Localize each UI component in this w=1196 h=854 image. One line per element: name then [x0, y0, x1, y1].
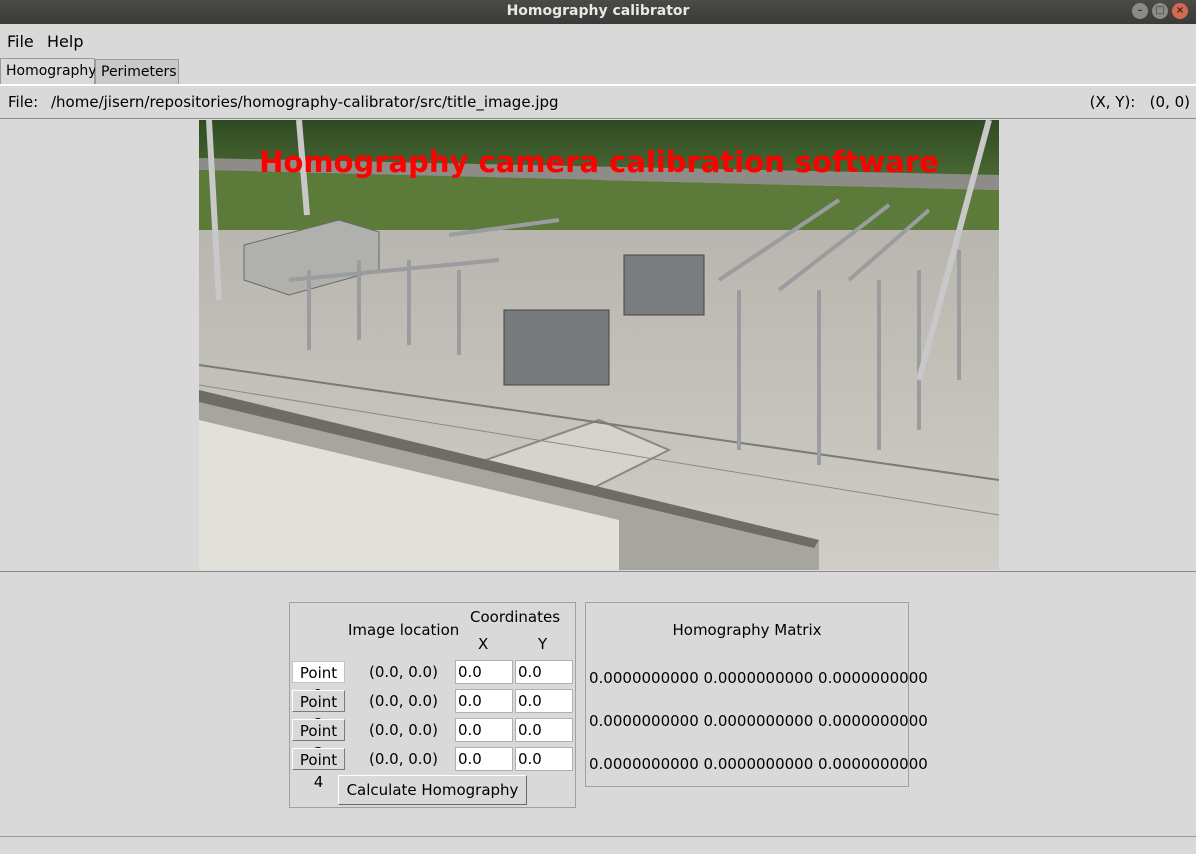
point-1-y-field[interactable]: [515, 660, 573, 684]
point-3-location: (0.0, 0.0): [369, 721, 438, 739]
minimize-icon[interactable]: –: [1132, 3, 1148, 19]
menu-file[interactable]: File: [7, 32, 34, 51]
matrix-row-2: 0.0000000000 0.0000000000 0.0000000000: [589, 712, 928, 730]
point-3-button[interactable]: Point 3: [292, 719, 345, 762]
point-2-x-field[interactable]: [455, 689, 513, 713]
cursor-coordinates-value: (0, 0): [1149, 93, 1190, 111]
point-1-location: (0.0, 0.0): [369, 663, 438, 681]
menu-bar: File Help: [0, 24, 1196, 58]
maximize-icon[interactable]: □: [1152, 3, 1168, 19]
point-4-y-field[interactable]: [515, 747, 573, 771]
point-4-location: (0.0, 0.0): [369, 750, 438, 768]
point-2-button[interactable]: Point 2: [292, 690, 345, 733]
x-header: X: [478, 635, 489, 653]
matrix-row-3: 0.0000000000 0.0000000000 0.0000000000: [589, 755, 928, 773]
menu-help[interactable]: Help: [47, 32, 83, 51]
point-1-button[interactable]: Point 1: [292, 661, 345, 704]
substation-photo: Homography camera calibration software: [199, 120, 999, 570]
cursor-coordinates: (X, Y): (0, 0): [1090, 93, 1190, 111]
image-location-header: Image location: [348, 621, 460, 639]
tab-homography[interactable]: Homography: [0, 58, 97, 85]
window-titlebar: Homography calibrator – □ ×: [0, 0, 1196, 24]
tab-perimeters[interactable]: Perimeters: [95, 59, 179, 84]
point-4-button[interactable]: Point 4: [292, 748, 345, 791]
homography-matrix-panel: Homography Matrix 0.0000000000 0.0000000…: [585, 602, 928, 787]
calculate-homography-button[interactable]: Calculate Homography: [338, 775, 527, 805]
window-title: Homography calibrator: [506, 3, 690, 19]
point-1-x-field[interactable]: [455, 660, 513, 684]
point-3-y-field[interactable]: [515, 718, 573, 742]
points-panel: Image location Coordinates X Y Point 1 (…: [289, 602, 576, 808]
close-icon[interactable]: ×: [1172, 3, 1188, 19]
matrix-row-1: 0.0000000000 0.0000000000 0.0000000000: [589, 669, 928, 687]
cursor-coordinates-label: (X, Y):: [1089, 93, 1136, 111]
point-3-x-field[interactable]: [455, 718, 513, 742]
point-2-location: (0.0, 0.0): [369, 692, 438, 710]
y-header: Y: [538, 635, 548, 653]
point-2-y-field[interactable]: [515, 689, 573, 713]
tab-bar: Homography Perimeters: [0, 58, 1196, 85]
status-divider: [0, 836, 1196, 837]
file-label: File:: [8, 93, 39, 111]
file-info-bar: File: /home/jisern/repositories/homograp…: [0, 86, 1196, 118]
file-path: /home/jisern/repositories/homography-cal…: [51, 93, 559, 111]
point-4-x-field[interactable]: [455, 747, 513, 771]
homography-matrix-title: Homography Matrix: [672, 621, 822, 639]
image-canvas[interactable]: Homography camera calibration software: [199, 120, 999, 570]
coordinates-header: Coordinates: [470, 608, 561, 626]
image-overlay-title: Homography camera calibration software: [259, 145, 939, 179]
